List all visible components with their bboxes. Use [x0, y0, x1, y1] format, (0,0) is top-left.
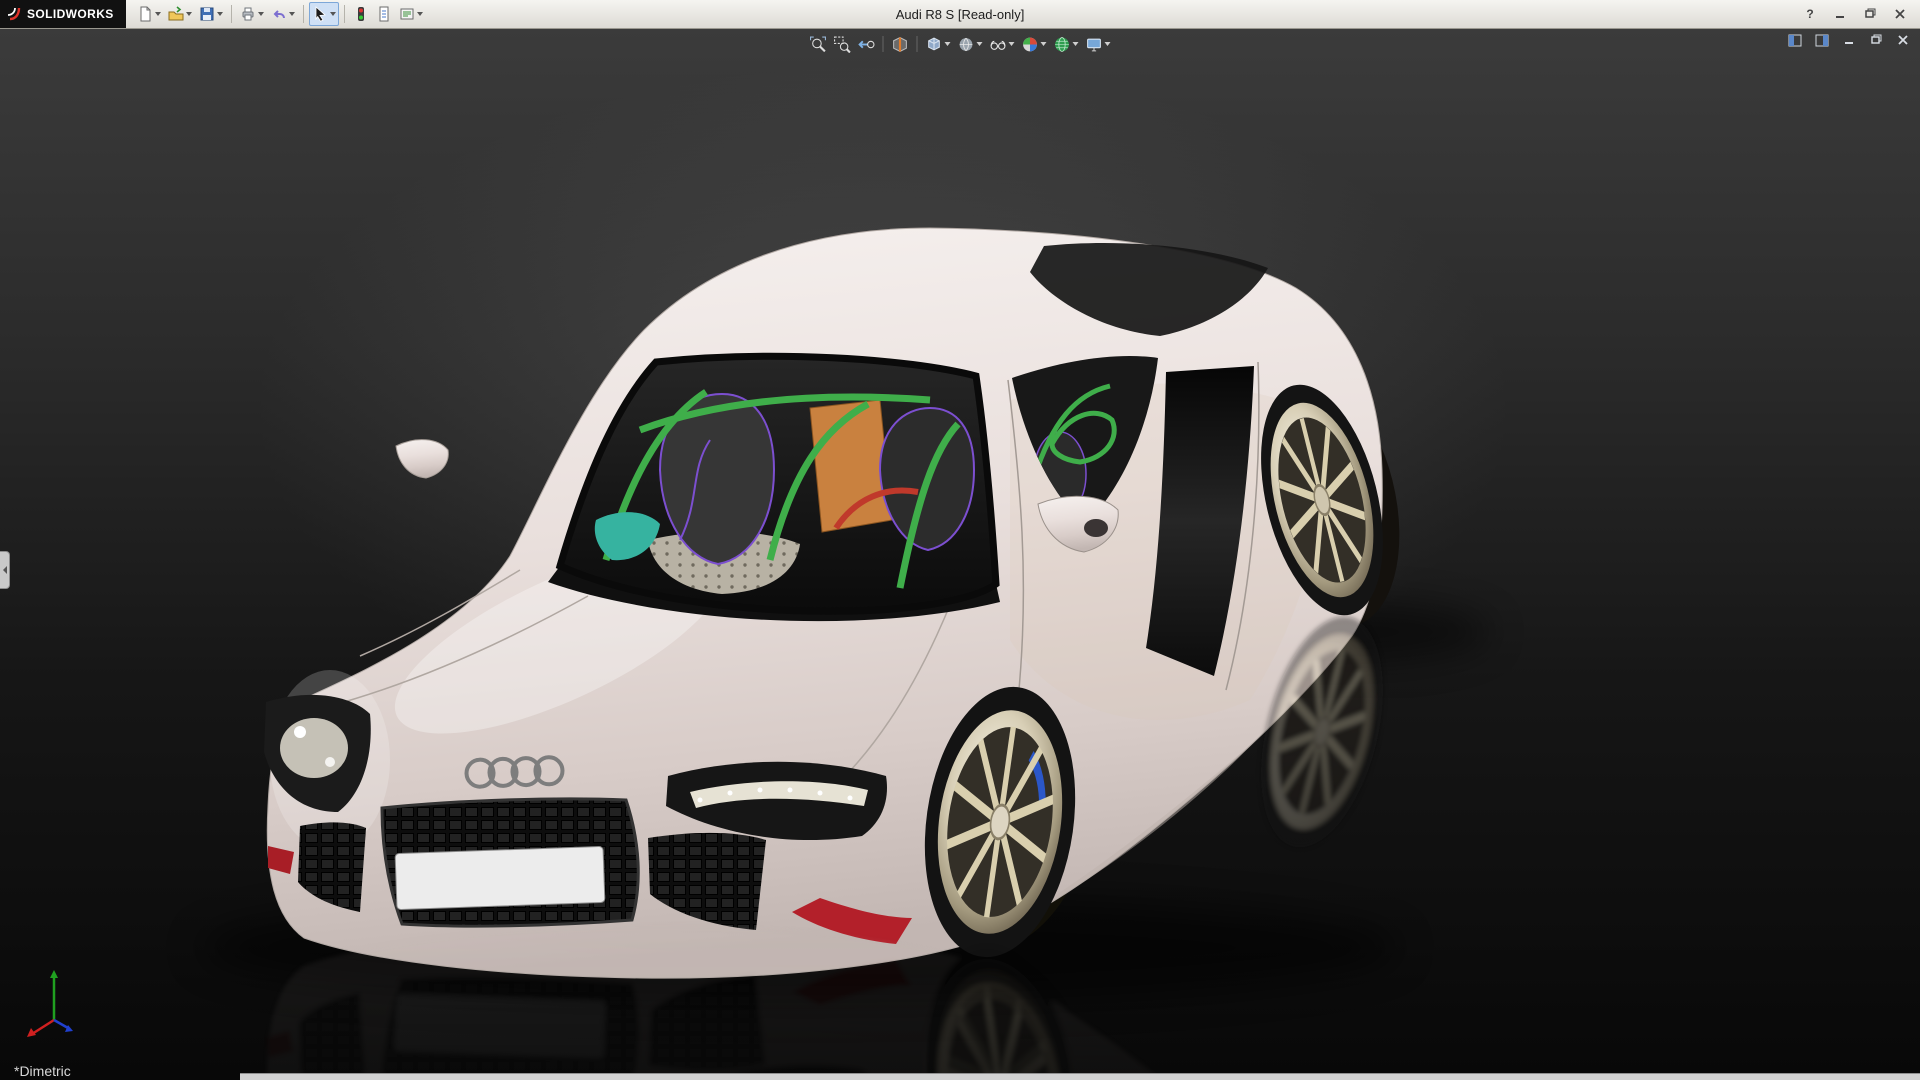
view-orientation-button[interactable] — [924, 33, 953, 55]
help-icon: ? — [1806, 7, 1813, 21]
hud-separator — [883, 36, 884, 52]
select-button[interactable] — [309, 2, 339, 26]
horizontal-scrollbar[interactable] — [240, 1073, 1920, 1080]
print-icon — [240, 6, 256, 22]
options-dropdown-caret[interactable] — [417, 12, 423, 16]
minimize-document-button[interactable] — [1840, 32, 1858, 48]
new-dropdown-caret[interactable] — [155, 12, 161, 16]
save-icon — [199, 6, 215, 22]
view-settings-button[interactable] — [1084, 33, 1113, 55]
minimize-document-icon — [1843, 34, 1855, 46]
edit-appearance-button[interactable] — [1020, 33, 1049, 55]
close-window-button[interactable] — [1890, 5, 1910, 23]
view-settings-icon — [1086, 36, 1103, 53]
brand-name: SOLIDWORKS — [27, 7, 114, 21]
undo-dropdown-caret[interactable] — [289, 12, 295, 16]
display-style-caret[interactable] — [977, 42, 983, 46]
save-dropdown-caret[interactable] — [217, 12, 223, 16]
model-audi-r8[interactable] — [0, 28, 1920, 1080]
new-document-icon — [137, 6, 153, 22]
close-document-icon — [1897, 34, 1909, 46]
select-cursor-icon — [312, 6, 328, 22]
toolbar-separator — [344, 5, 345, 23]
restore-document-button[interactable] — [1867, 32, 1885, 48]
license-plate[interactable] — [395, 846, 605, 909]
apply-scene-caret[interactable] — [1073, 42, 1079, 46]
view-orientation-label: *Dimetric — [14, 1063, 71, 1079]
options-button[interactable] — [396, 2, 426, 26]
feature-pane-icon — [1788, 34, 1802, 47]
zoom-to-fit-button[interactable] — [808, 33, 829, 55]
view-settings-caret[interactable] — [1105, 42, 1111, 46]
apply-scene-button[interactable] — [1052, 33, 1081, 55]
open-button[interactable] — [165, 2, 195, 26]
close-icon — [1894, 8, 1906, 20]
print-button[interactable] — [237, 2, 267, 26]
show-display-pane-button[interactable] — [1813, 32, 1831, 48]
previous-view-icon — [858, 36, 875, 53]
solidworks-logo: SOLIDWORKS — [0, 0, 126, 28]
close-document-button[interactable] — [1894, 32, 1912, 48]
orientation-triad — [22, 962, 92, 1040]
toolbar-separator — [303, 5, 304, 23]
toolbar-separator — [231, 5, 232, 23]
hud-separator — [917, 36, 918, 52]
minimize-icon — [1834, 8, 1846, 20]
window-title: Audi R8 S [Read-only] — [896, 7, 1025, 22]
edit-appearance-icon — [1022, 36, 1039, 53]
previous-view-button[interactable] — [856, 33, 877, 55]
car-body-group[interactable] — [264, 228, 1424, 978]
new-document-button[interactable] — [134, 2, 164, 26]
hide-show-items-button[interactable] — [988, 33, 1017, 55]
restore-window-button[interactable] — [1860, 5, 1880, 23]
display-style-button[interactable] — [956, 33, 985, 55]
mirror-left[interactable] — [396, 440, 448, 478]
section-view-button[interactable] — [890, 33, 911, 55]
section-view-icon — [892, 36, 909, 53]
main-toolbar — [126, 2, 426, 26]
edit-appearance-caret[interactable] — [1041, 42, 1047, 46]
rebuild-icon — [353, 6, 369, 22]
title-bar: SOLIDWORKS — [0, 0, 1920, 29]
display-pane-icon — [1815, 34, 1829, 47]
open-icon — [168, 6, 184, 22]
select-dropdown-caret[interactable] — [330, 12, 336, 16]
display-style-icon — [958, 36, 975, 53]
minimize-window-button[interactable] — [1830, 5, 1850, 23]
hide-show-items-caret[interactable] — [1009, 42, 1015, 46]
zoom-to-area-button[interactable] — [832, 33, 853, 55]
show-feature-pane-button[interactable] — [1786, 32, 1804, 48]
zoom-to-area-icon — [834, 36, 851, 53]
rebuild-button[interactable] — [350, 2, 372, 26]
print-dropdown-caret[interactable] — [258, 12, 264, 16]
open-dropdown-caret[interactable] — [186, 12, 192, 16]
flyout-arrow-icon — [3, 566, 7, 574]
options-icon — [399, 6, 415, 22]
view-orientation-caret[interactable] — [945, 42, 951, 46]
heads-up-view-toolbar — [808, 33, 1113, 55]
help-button[interactable]: ? — [1800, 5, 1820, 23]
restore-icon — [1864, 8, 1876, 20]
featuremanager-flyout-tab[interactable] — [0, 551, 10, 589]
file-properties-icon — [376, 6, 392, 22]
save-button[interactable] — [196, 2, 226, 26]
zoom-to-fit-icon — [810, 36, 827, 53]
window-controls: ? — [1800, 5, 1920, 23]
file-properties-button[interactable] — [373, 2, 395, 26]
undo-button[interactable] — [268, 2, 298, 26]
graphics-area[interactable]: *Dimetric — [0, 28, 1920, 1080]
restore-document-icon — [1870, 34, 1882, 46]
solidworks-logo-icon — [7, 6, 22, 22]
apply-scene-icon — [1054, 36, 1071, 53]
hide-show-items-icon — [990, 36, 1007, 53]
document-window-controls — [1786, 32, 1912, 48]
undo-icon — [271, 6, 287, 22]
view-orientation-icon — [926, 36, 943, 53]
